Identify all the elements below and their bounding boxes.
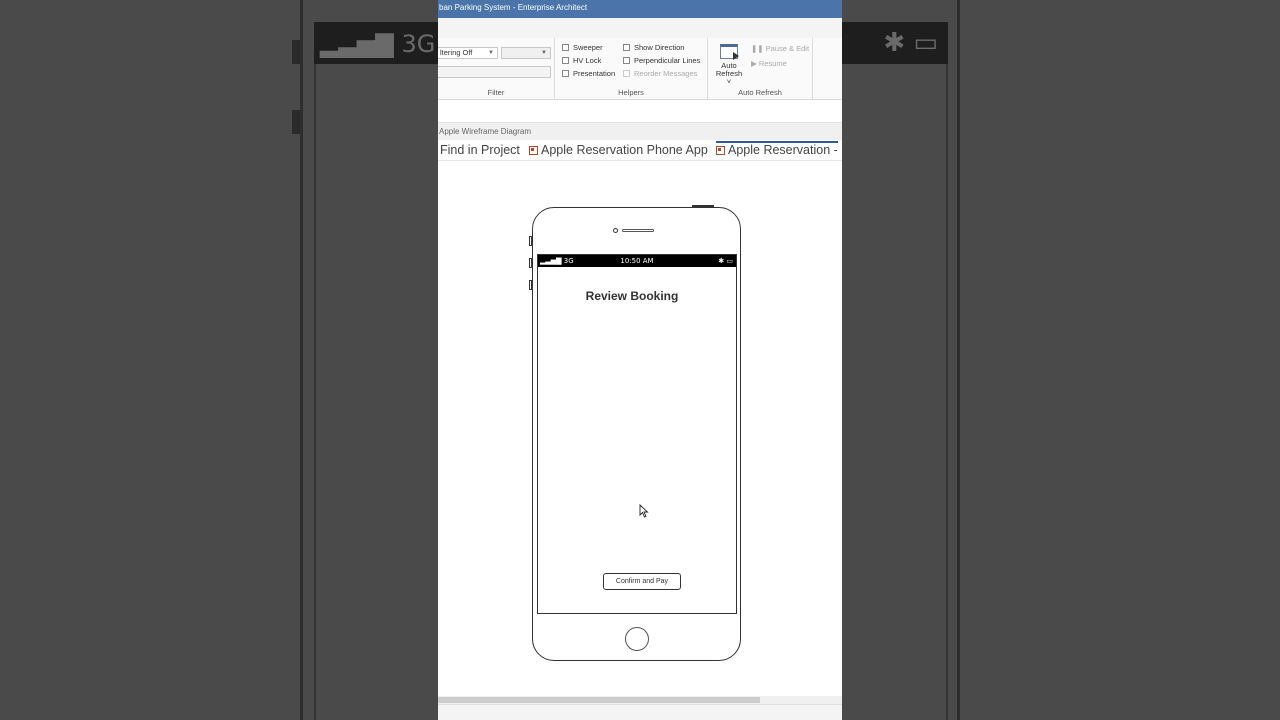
chevron-down-icon: ▼ [488,50,494,56]
reorder-messages-label: Reorder Messages [634,69,698,78]
horizontal-scrollbar[interactable] [438,696,842,704]
pause-icon: ❚❚ [751,44,764,53]
resume-label: Resume [758,59,787,68]
filter-group-label: Filter [487,88,505,97]
helpers-group: Sweeper HV Lock Presentation Show Direct… [555,38,708,100]
status-time: 10:50 AM [620,257,654,265]
pause-edit-label: Pause & Edit [765,44,810,53]
tab-apple-reservation[interactable]: Apple Reservation - [716,141,838,157]
bluetooth-battery-icon: ✱ ▭ [718,257,733,265]
hv-lock-label: HV Lock [573,56,602,65]
phone-screen[interactable]: ▂▃▅▇ 3G 10:50 AM ✱ ▭ Review Booking Conf… [537,254,737,614]
auto-refresh-button-line2: Refresh ˅ [715,69,743,86]
reorder-messages-checkbox[interactable]: Reorder Messages [623,69,697,78]
ribbon-tab-strip [438,18,842,38]
camera-icon [613,228,618,233]
breadcrumb: Apple Wireframe Diagram [438,122,842,140]
volume-down-button [529,280,532,290]
tab-label: Find in Project [440,143,520,157]
helpers-group-label: Helpers [618,88,644,97]
home-button [625,627,649,651]
checkbox-icon [562,57,569,64]
diagram-icon [529,145,538,155]
show-direction-label: Show Direction [634,43,685,52]
auto-refresh-group: Auto Refresh ˅ ❚❚ Pause & Edit ▶ Resume … [708,38,813,100]
perpendicular-lines-checkbox[interactable]: Perpendicular Lines [623,56,700,65]
app-window: ban Parking System - Enterprise Architec… [438,0,842,720]
window-title: ban Parking System - Enterprise Architec… [438,0,842,18]
power-button [692,205,714,208]
filter-select-value: ltering Off [440,48,473,57]
scrollbar-thumb[interactable] [438,697,760,703]
show-direction-checkbox[interactable]: Show Direction [623,43,684,52]
mute-switch [529,236,532,246]
background-signal-text: ▂▃▅▇ 3G [320,30,436,58]
document-tabs: Find in Project Apple Reservation Phone … [438,140,842,161]
auto-refresh-group-label: Auto Refresh [738,88,782,97]
speaker-grille [622,229,654,232]
auto-refresh-icon [720,44,739,60]
filter-text-input[interactable] [438,66,551,78]
background-side-button [292,110,300,134]
confirm-and-pay-button[interactable]: Confirm and Pay [603,573,681,590]
diagram-icon [716,145,725,155]
tab-label: Apple Reservation Phone App [541,143,708,157]
pause-edit-button[interactable]: ❚❚ Pause & Edit [751,44,809,53]
sweeper-label: Sweeper [573,43,603,52]
checkbox-icon [623,57,630,64]
auto-refresh-button[interactable]: Auto Refresh ˅ [714,44,744,86]
tab-find-in-project[interactable]: Find in Project [440,143,520,157]
resume-button[interactable]: ▶ Resume [751,59,787,68]
tab-apple-reservation-phone-app[interactable]: Apple Reservation Phone App [529,143,708,157]
toolbar-gap [438,100,842,122]
filter-select[interactable]: ltering Off ▼ [438,47,498,59]
presentation-label: Presentation [573,69,616,78]
filter-secondary-select[interactable]: ▼ [501,47,551,59]
checkbox-icon [562,70,569,77]
screen-title: Review Booking [585,289,679,303]
background-side-button [292,40,300,64]
hv-lock-checkbox[interactable]: HV Lock [562,56,601,65]
phone-wireframe[interactable]: ▂▃▅▇ 3G 10:50 AM ✱ ▭ Review Booking Conf… [529,205,741,661]
presentation-checkbox[interactable]: Presentation [562,69,615,78]
filter-group: ltering Off ▼ ▼ Filter [438,38,555,100]
background-status-icons: ✱ ▭ [883,28,938,58]
status-bar [438,704,842,720]
chevron-down-icon: ▼ [541,50,547,56]
checkbox-icon [623,70,630,77]
tab-label: Apple Reservation - [728,143,838,157]
perpendicular-lines-label: Perpendicular Lines [634,56,701,65]
checkbox-icon [562,44,569,51]
sweeper-checkbox[interactable]: Sweeper [562,43,603,52]
play-icon: ▶ [751,59,757,68]
diagram-canvas[interactable]: ▂▃▅▇ 3G 10:50 AM ✱ ▭ Review Booking Conf… [438,161,842,696]
ribbon: ltering Off ▼ ▼ Filter Sweeper HV Lock P… [438,38,842,100]
phone-status-bar: ▂▃▅▇ 3G 10:50 AM ✱ ▭ [538,255,736,267]
volume-up-button [529,258,532,268]
checkbox-icon [623,44,630,51]
